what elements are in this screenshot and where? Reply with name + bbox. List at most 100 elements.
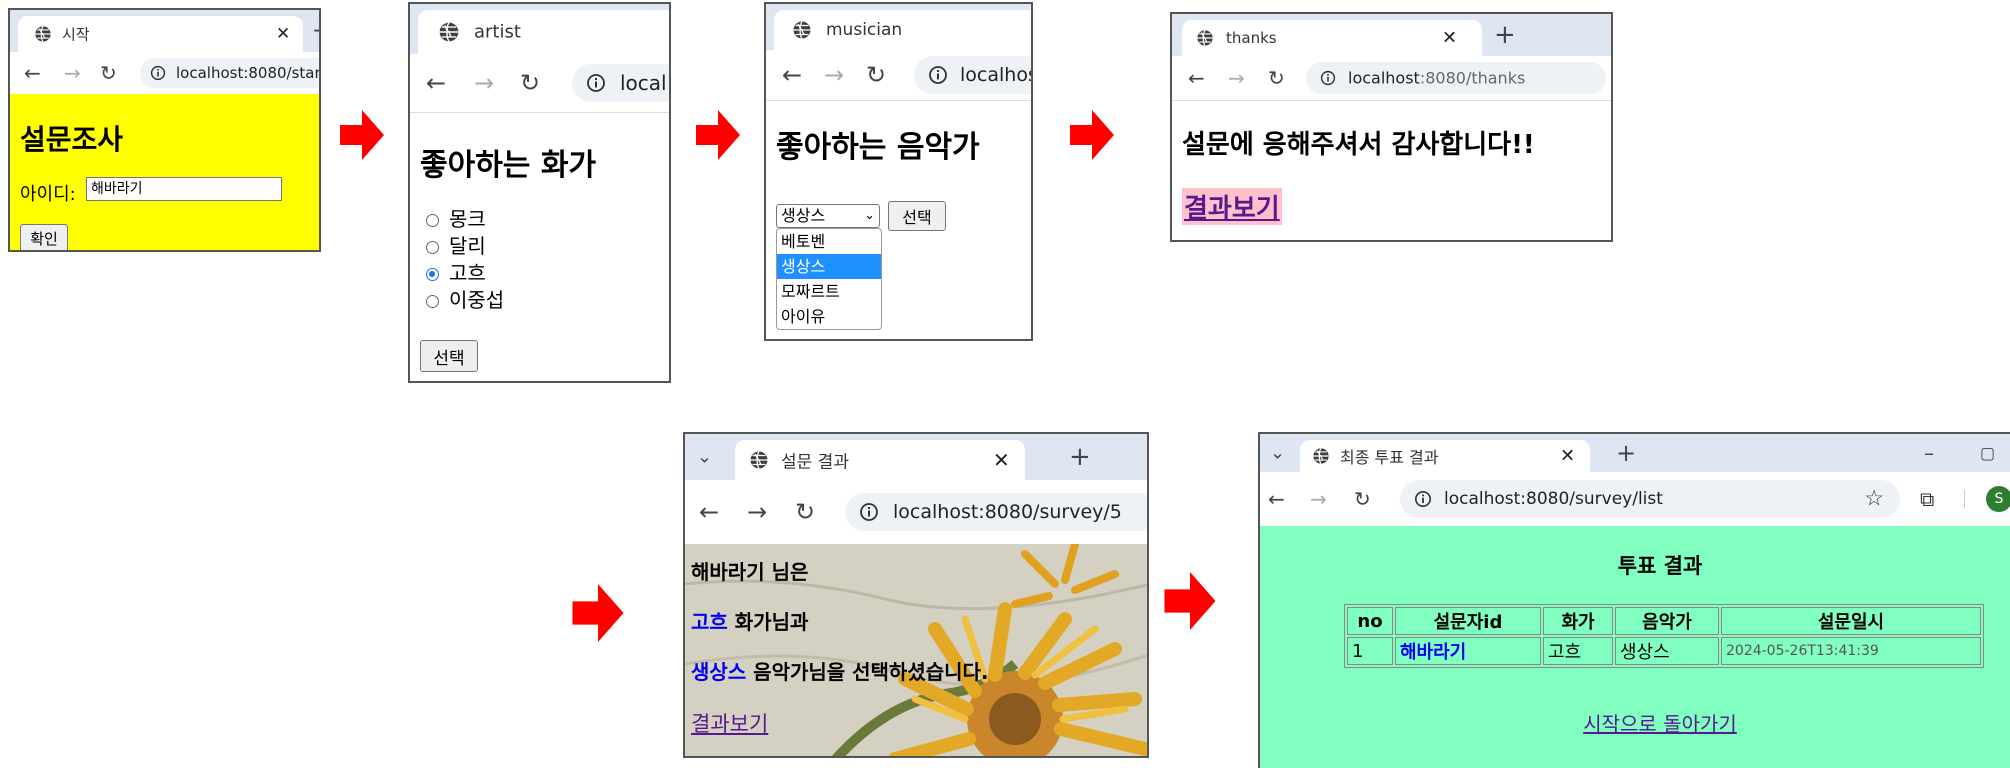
- star-icon[interactable]: ☆: [1864, 487, 1884, 512]
- url-field[interactable]: local: [572, 64, 669, 102]
- globe-icon: [749, 450, 769, 470]
- info-icon[interactable]: [150, 65, 166, 81]
- tab-title: 시작: [62, 25, 90, 44]
- back-arrow-icon[interactable]: ←: [782, 61, 802, 89]
- dropdown-option[interactable]: 아이유: [777, 304, 881, 329]
- close-icon[interactable]: ✕: [1560, 446, 1575, 467]
- table-cell: 1: [1347, 637, 1393, 665]
- maximize-icon[interactable]: ▢: [1980, 444, 1995, 463]
- dropdown-list: 베토벤 생상스 모짜르트 아이유: [776, 228, 882, 330]
- window-artist: artist ← → ↻ local 좋아하는 화가 몽크 달리 고흐 이중섭 …: [408, 2, 671, 383]
- musician-select[interactable]: 생상스 ⌄: [776, 204, 880, 228]
- tab-thanks[interactable]: thanks ✕: [1182, 20, 1482, 56]
- page-content: 설문조사 아이디: 해바라기 확인: [10, 94, 319, 250]
- tab-strip: thanks ✕ +: [1172, 14, 1611, 56]
- page-title: 좋아하는 음악가: [776, 130, 980, 165]
- back-arrow-icon[interactable]: ←: [1188, 66, 1205, 90]
- close-icon[interactable]: ✕: [993, 448, 1010, 472]
- reload-icon[interactable]: ↻: [520, 69, 540, 97]
- red-right-arrow-icon: [340, 110, 384, 160]
- tab-start[interactable]: 시작 ✕: [18, 16, 303, 52]
- tab-title: 최종 투표 결과: [1340, 448, 1439, 467]
- radio-option[interactable]: 이중섭: [426, 287, 504, 314]
- table-cell-link[interactable]: 해바라기: [1395, 637, 1541, 665]
- plus-icon[interactable]: +: [312, 19, 319, 44]
- globe-icon: [792, 20, 812, 40]
- table-cell: 2024-05-26T13:41:39: [1721, 637, 1981, 665]
- avatar[interactable]: S: [1986, 486, 2010, 512]
- window-survey-result: ⌄ 설문 결과 ✕ + ← → ↻ localhost:8080/survey/…: [683, 432, 1149, 758]
- tab-strip: musician: [766, 4, 1031, 50]
- results-link[interactable]: 결과보기: [691, 708, 768, 738]
- back-to-start-link[interactable]: 시작으로 돌아가기: [1260, 708, 2010, 737]
- minimize-icon[interactable]: –: [1924, 441, 1934, 465]
- musician-name: 생상스: [691, 660, 747, 684]
- radio-button[interactable]: [426, 241, 439, 254]
- window-musician: musician ← → ↻ localhos 좋아하는 음악가 생상스 ⌄ 선…: [764, 2, 1033, 341]
- info-icon[interactable]: [859, 502, 879, 522]
- back-arrow-icon[interactable]: ←: [24, 61, 41, 85]
- select-value: 생상스: [781, 206, 826, 225]
- tab-artist[interactable]: artist: [418, 10, 669, 54]
- back-arrow-icon[interactable]: ←: [699, 498, 719, 526]
- info-icon[interactable]: [928, 65, 948, 85]
- select-button[interactable]: 선택: [420, 340, 478, 372]
- reload-icon[interactable]: ↻: [1268, 66, 1285, 90]
- page-content: 좋아하는 화가 몽크 달리 고흐 이중섭 선택: [410, 112, 669, 381]
- reload-icon[interactable]: ↻: [1354, 487, 1371, 511]
- radio-option[interactable]: 고흐: [426, 260, 504, 287]
- extensions-icon[interactable]: ⧉: [1920, 487, 1934, 511]
- dropdown-option-highlighted[interactable]: 생상스: [777, 254, 881, 279]
- radio-button[interactable]: [426, 295, 439, 308]
- id-input[interactable]: 해바라기: [86, 177, 282, 201]
- artist-suffix: 화가님과: [727, 610, 809, 634]
- radio-option[interactable]: 몽크: [426, 206, 504, 233]
- reload-icon[interactable]: ↻: [100, 61, 117, 85]
- plus-icon[interactable]: +: [1069, 442, 1091, 472]
- back-arrow-icon[interactable]: ←: [426, 69, 446, 97]
- results-link[interactable]: 결과보기: [1182, 188, 1282, 225]
- chevron-down-icon[interactable]: ⌄: [1270, 443, 1285, 464]
- address-bar: ← → ↻ localhost:8080/survey/list ☆ ⧉ S: [1260, 472, 2010, 527]
- info-icon[interactable]: [1414, 490, 1432, 508]
- forward-arrow-icon[interactable]: →: [747, 498, 767, 526]
- red-right-arrow-icon: [570, 584, 626, 642]
- close-icon[interactable]: ✕: [1442, 28, 1457, 49]
- url-field[interactable]: localhost:8080/start: [140, 58, 319, 88]
- url-field[interactable]: localhost:8080/survey/5: [845, 493, 1147, 531]
- plus-icon[interactable]: +: [1616, 439, 1636, 467]
- info-icon[interactable]: [586, 73, 606, 93]
- tab-survey-result[interactable]: 설문 결과 ✕: [735, 440, 1025, 480]
- tab-title: artist: [474, 21, 521, 43]
- red-right-arrow-icon: [1070, 110, 1114, 160]
- radio-button[interactable]: [426, 214, 439, 227]
- results-table: no 설문자id 화가 음악가 설문일시 1 해바라기 고흐 생상스 2024-…: [1344, 604, 1984, 668]
- close-icon[interactable]: ✕: [276, 24, 290, 44]
- forward-arrow-icon[interactable]: →: [824, 61, 844, 89]
- forward-arrow-icon[interactable]: →: [64, 61, 81, 85]
- tab-musician[interactable]: musician: [774, 10, 1031, 50]
- url-field[interactable]: localhost:8080/survey/list ☆: [1400, 480, 1900, 518]
- table-cell: 생상스: [1615, 637, 1719, 665]
- reload-icon[interactable]: ↻: [795, 498, 815, 526]
- info-icon[interactable]: [1320, 70, 1336, 86]
- reload-icon[interactable]: ↻: [866, 61, 886, 89]
- select-button[interactable]: 선택: [888, 201, 946, 231]
- url-field[interactable]: localhos: [914, 56, 1031, 94]
- url-host: localhost: [1348, 68, 1420, 88]
- back-arrow-icon[interactable]: ←: [1268, 487, 1285, 511]
- confirm-button[interactable]: 확인: [20, 224, 68, 250]
- url-text: localhost:8080/survey/list: [1444, 489, 1663, 509]
- plus-icon[interactable]: +: [1494, 20, 1516, 50]
- tab-final-results[interactable]: 최종 투표 결과 ✕: [1300, 440, 1590, 472]
- dropdown-option[interactable]: 모짜르트: [777, 279, 881, 304]
- forward-arrow-icon[interactable]: →: [474, 69, 494, 97]
- radio-option[interactable]: 달리: [426, 233, 504, 260]
- forward-arrow-icon[interactable]: →: [1310, 487, 1327, 511]
- url-field[interactable]: localhost:8080/thanks: [1306, 62, 1606, 94]
- forward-arrow-icon[interactable]: →: [1228, 66, 1245, 90]
- radio-button-checked[interactable]: [426, 268, 439, 281]
- page-content: 해바라기 님은 고흐 화가님과 생상스 음악가님을 선택하셨습니다. 결과보기: [685, 544, 1147, 756]
- chevron-down-icon[interactable]: ⌄: [697, 447, 712, 468]
- dropdown-option[interactable]: 베토벤: [777, 229, 881, 254]
